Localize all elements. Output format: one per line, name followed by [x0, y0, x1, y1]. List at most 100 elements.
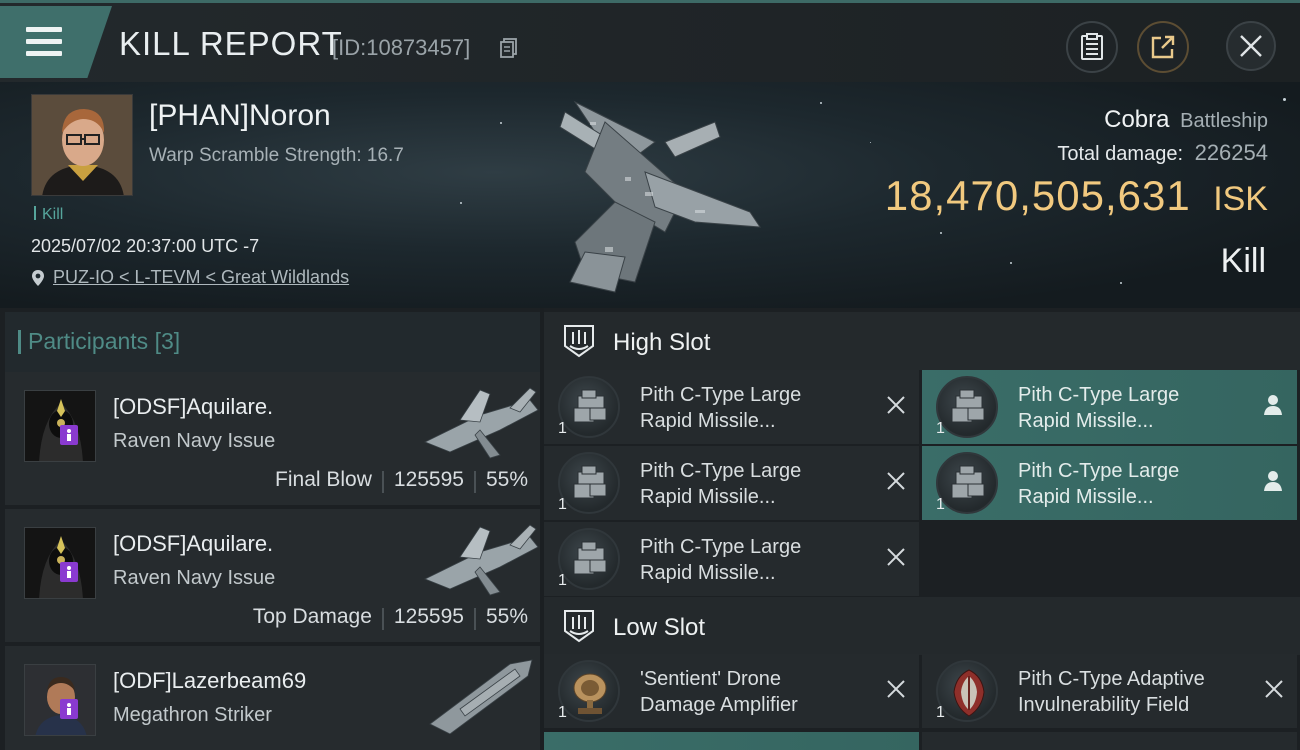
participant-ship: Raven Navy Issue [113, 567, 276, 589]
ship-class: Battleship [1180, 110, 1268, 132]
isk-amount: 18,470,505,631 [884, 172, 1191, 219]
share-icon [1151, 35, 1175, 59]
module-name: Pith C-Type Large Rapid Missile... [640, 384, 802, 432]
isk-unit: ISK [1213, 180, 1268, 218]
corp-badge-icon [60, 425, 78, 445]
total-damage-value: 226254 [1194, 140, 1268, 165]
x-icon [887, 472, 905, 490]
person-icon [1264, 395, 1282, 415]
participant-ship-image [424, 387, 539, 459]
module-quantity: 1 [558, 420, 567, 437]
location-link[interactable]: PUZ-IO < L-TEVM < Great Wildlands [53, 267, 349, 288]
share-button[interactable] [1137, 21, 1189, 73]
isk-value: 18,470,505,631 ISK [885, 172, 1268, 220]
participant-stats: Final Blow 125595 55% [275, 468, 528, 493]
participants-label: Participants [3] [17, 328, 181, 354]
top-bar: KILL REPORT [ID:10873457] [0, 0, 1300, 82]
module-quantity: 1 [558, 572, 567, 589]
participant-ship-image [429, 659, 533, 734]
module-quantity: 1 [936, 420, 945, 437]
hamburger-icon [26, 27, 62, 57]
missile-launcher-icon [936, 452, 998, 514]
menu-button[interactable] [0, 6, 112, 78]
x-icon [1265, 680, 1283, 698]
participant-card[interactable]: [ODSF]Aquilare. Raven Navy Issue Final B… [5, 372, 540, 505]
participant-ship-image [424, 524, 539, 596]
module-item[interactable] [544, 732, 919, 750]
participants-header: Participants [3] [5, 312, 540, 372]
participant-stats: Top Damage 125595 55% [253, 605, 528, 630]
person-icon [1264, 471, 1282, 491]
module-item[interactable]: 1 Pith C-Type Large Rapid Missile... [544, 370, 919, 444]
participant-name: [ODSF]Aquilare. [113, 531, 274, 556]
module-name: Pith C-Type Large Rapid Missile... [640, 536, 802, 584]
high-slot-title: High Slot [613, 329, 711, 356]
participant-ship: Megathron Striker [113, 704, 272, 726]
copy-icon[interactable] [500, 38, 518, 58]
module-item[interactable]: 1 'Sentient' Drone Damage Amplifier [544, 654, 919, 728]
module-quantity: 1 [936, 704, 945, 721]
participant-ship: Raven Navy Issue [113, 430, 276, 452]
participant-role: Final Blow [275, 468, 372, 491]
participant-percent: 55% [485, 468, 528, 491]
page-title: KILL REPORT [119, 25, 343, 62]
module-name: 'Sentient' Drone Damage Amplifier [640, 668, 798, 716]
missile-launcher-icon [558, 528, 620, 590]
high-slot-header: High Slot [544, 312, 1300, 370]
corp-badge-icon [60, 699, 78, 719]
module-item[interactable]: 1 Pith C-Type Large Rapid Missile... [544, 446, 919, 520]
location-pin-icon [32, 269, 44, 286]
corp-badge-icon [60, 562, 78, 582]
module-name: Pith C-Type Large Rapid Missile... [1018, 460, 1180, 508]
x-icon [887, 680, 905, 698]
victim-ship[interactable]: Cobra Battleship [1104, 106, 1268, 134]
victim-name[interactable]: [PHAN]Noron [149, 99, 331, 133]
module-name: Pith C-Type Large Rapid Missile... [1018, 384, 1180, 432]
x-icon [887, 396, 905, 414]
low-slot-title: Low Slot [613, 614, 706, 641]
slot-shield-icon [564, 325, 594, 358]
module-quantity: 1 [558, 496, 567, 513]
victim-summary: [PHAN]Noron Warp Scramble Strength: 16.7… [0, 82, 1300, 308]
participant-card[interactable]: [ODSF]Aquilare. Raven Navy Issue Top Dam… [5, 509, 540, 642]
x-icon [887, 548, 905, 566]
module-quantity: 1 [936, 496, 945, 513]
participant-damage: 125595 [393, 468, 464, 491]
participant-damage: 125595 [393, 605, 464, 628]
clipboard-button[interactable] [1066, 21, 1118, 73]
participant-card[interactable]: [ODF]Lazerbeam69 Megathron Striker [5, 646, 540, 750]
module-name: Pith C-Type Large Rapid Missile... [640, 460, 802, 508]
module-item[interactable]: 1 Pith C-Type Large Rapid Missile... [922, 446, 1297, 520]
close-button[interactable] [1226, 21, 1276, 71]
missile-launcher-icon [558, 376, 620, 438]
low-slot-header: Low Slot [544, 597, 1300, 655]
warp-scramble-strength: Warp Scramble Strength: 16.7 [149, 145, 404, 166]
module-item[interactable] [922, 732, 1297, 750]
module-item[interactable]: 1 Pith C-Type Large Rapid Missile... [544, 522, 919, 596]
kill-tag: Kill [34, 206, 63, 224]
fitting-panel[interactable]: High Slot 1 Pith C-Type Large Rapid Miss… [544, 308, 1300, 750]
kill-datetime: 2025/07/02 20:37:00 UTC -7 [31, 236, 260, 256]
module-item[interactable]: 1 Pith C-Type Large Rapid Missile... [922, 370, 1297, 444]
participants-panel[interactable]: Participants [3] [ODSF]Aquilare. Raven N… [0, 308, 540, 750]
participant-percent: 55% [485, 605, 528, 628]
kill-location[interactable]: PUZ-IO < L-TEVM < Great Wildlands [31, 267, 349, 288]
slot-shield-icon [564, 610, 594, 643]
module-quantity: 1 [558, 704, 567, 721]
missile-launcher-icon [558, 452, 620, 514]
clipboard-icon [1081, 33, 1103, 60]
kill-result: Kill [1220, 242, 1266, 280]
missile-launcher-icon [936, 376, 998, 438]
invulnerability-field-icon [936, 660, 998, 722]
victim-portrait[interactable] [31, 94, 133, 196]
module-item[interactable]: 1 Pith C-Type Adaptive Invulnerability F… [922, 654, 1297, 728]
total-damage: Total damage: 226254 [1057, 140, 1268, 166]
module-name: Pith C-Type Adaptive Invulnerability Fie… [1018, 668, 1205, 716]
participant-name: [ODSF]Aquilare. [113, 394, 274, 419]
total-damage-label: Total damage: [1057, 143, 1184, 165]
ship-name: Cobra [1104, 106, 1170, 133]
victim-ship-image [559, 100, 761, 293]
close-icon [1240, 35, 1262, 57]
participant-role: Top Damage [252, 605, 372, 628]
participant-name: [ODF]Lazerbeam69 [113, 668, 307, 693]
